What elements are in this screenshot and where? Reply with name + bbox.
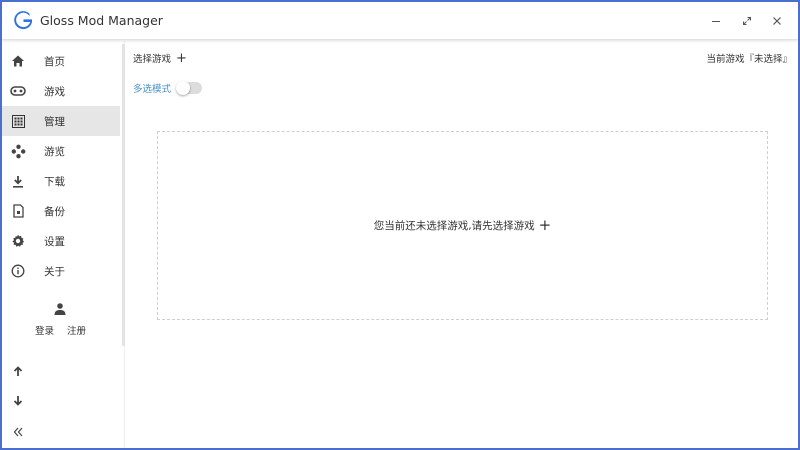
current-game-label: 当前游戏『未选择』 xyxy=(706,54,792,65)
multi-select-label: 多选模式 xyxy=(133,84,172,95)
backup-file-icon xyxy=(10,203,26,219)
app-window: Gloss Mod Manager 首页 游戏 管理 游览 下载 备份 设置 关… xyxy=(2,2,798,448)
arrow-up-icon[interactable] xyxy=(10,363,26,379)
sidebar-item-manage[interactable]: 管理 xyxy=(2,106,120,136)
user-icon xyxy=(54,303,66,315)
gear-icon xyxy=(10,233,26,249)
sidebar-item-label: 管理 xyxy=(44,115,65,128)
sidebar-item-label: 游览 xyxy=(44,145,65,158)
register-link[interactable]: 注册 xyxy=(67,323,86,337)
sidebar: 首页 游戏 管理 游览 下载 备份 设置 关于 登录 注册 xyxy=(2,41,120,448)
minimize-icon xyxy=(712,21,720,22)
select-game-button[interactable]: 选择游戏 + xyxy=(133,50,187,66)
dots-icon xyxy=(10,143,26,159)
sidebar-item-label: 备份 xyxy=(44,205,65,218)
add-game-plus-icon[interactable]: + xyxy=(539,218,552,233)
empty-state-message: 您当前还未选择游戏,请先选择游戏 + xyxy=(158,218,767,233)
sidebar-item-label: 下载 xyxy=(44,175,65,188)
plus-icon: + xyxy=(176,50,187,66)
select-game-label: 选择游戏 xyxy=(133,54,172,65)
toggle-knob xyxy=(176,81,191,95)
sidebar-scrollbar[interactable] xyxy=(122,44,125,346)
info-icon xyxy=(10,263,26,279)
gamepad-icon xyxy=(10,83,26,99)
sidebar-item-settings[interactable]: 设置 xyxy=(2,226,120,256)
sidebar-item-label: 首页 xyxy=(44,55,65,68)
sidebar-item-label: 设置 xyxy=(44,235,65,248)
main-content: 选择游戏 + 当前游戏『未选择』 多选模式 您当前还未选择游戏,请先选择游戏 + xyxy=(126,41,798,448)
app-logo-icon xyxy=(14,11,32,30)
sidebar-item-games[interactable]: 游戏 xyxy=(2,76,120,106)
sidebar-item-browse[interactable]: 游览 xyxy=(2,136,120,166)
close-icon xyxy=(773,17,781,25)
sidebar-item-label: 关于 xyxy=(44,265,65,278)
arrow-down-icon[interactable] xyxy=(10,393,26,409)
grid-icon xyxy=(10,113,26,129)
sidebar-item-backup[interactable]: 备份 xyxy=(2,196,120,226)
user-area: 登录 注册 xyxy=(2,299,120,349)
sidebar-item-label: 游戏 xyxy=(44,85,65,98)
multi-select-toggle[interactable] xyxy=(176,81,203,95)
multi-select-toggle-row: 多选模式 xyxy=(133,81,203,95)
sidebar-item-about[interactable]: 关于 xyxy=(2,256,120,286)
app-title: Gloss Mod Manager xyxy=(40,13,163,28)
sidebar-item-home[interactable]: 首页 xyxy=(2,46,120,76)
download-icon xyxy=(10,173,26,189)
home-icon xyxy=(10,53,26,69)
collapse-icon[interactable] xyxy=(10,424,26,440)
close-button[interactable] xyxy=(766,10,788,32)
title-bar[interactable]: Gloss Mod Manager xyxy=(2,2,798,40)
maximize-button[interactable] xyxy=(736,10,758,32)
maximize-icon xyxy=(743,17,751,25)
login-link[interactable]: 登录 xyxy=(35,323,54,337)
empty-state-box: 您当前还未选择游戏,请先选择游戏 + xyxy=(157,131,768,320)
minimize-button[interactable] xyxy=(705,10,727,32)
sidebar-item-download[interactable]: 下载 xyxy=(2,166,120,196)
empty-state-text: 您当前还未选择游戏,请先选择游戏 xyxy=(373,220,535,232)
